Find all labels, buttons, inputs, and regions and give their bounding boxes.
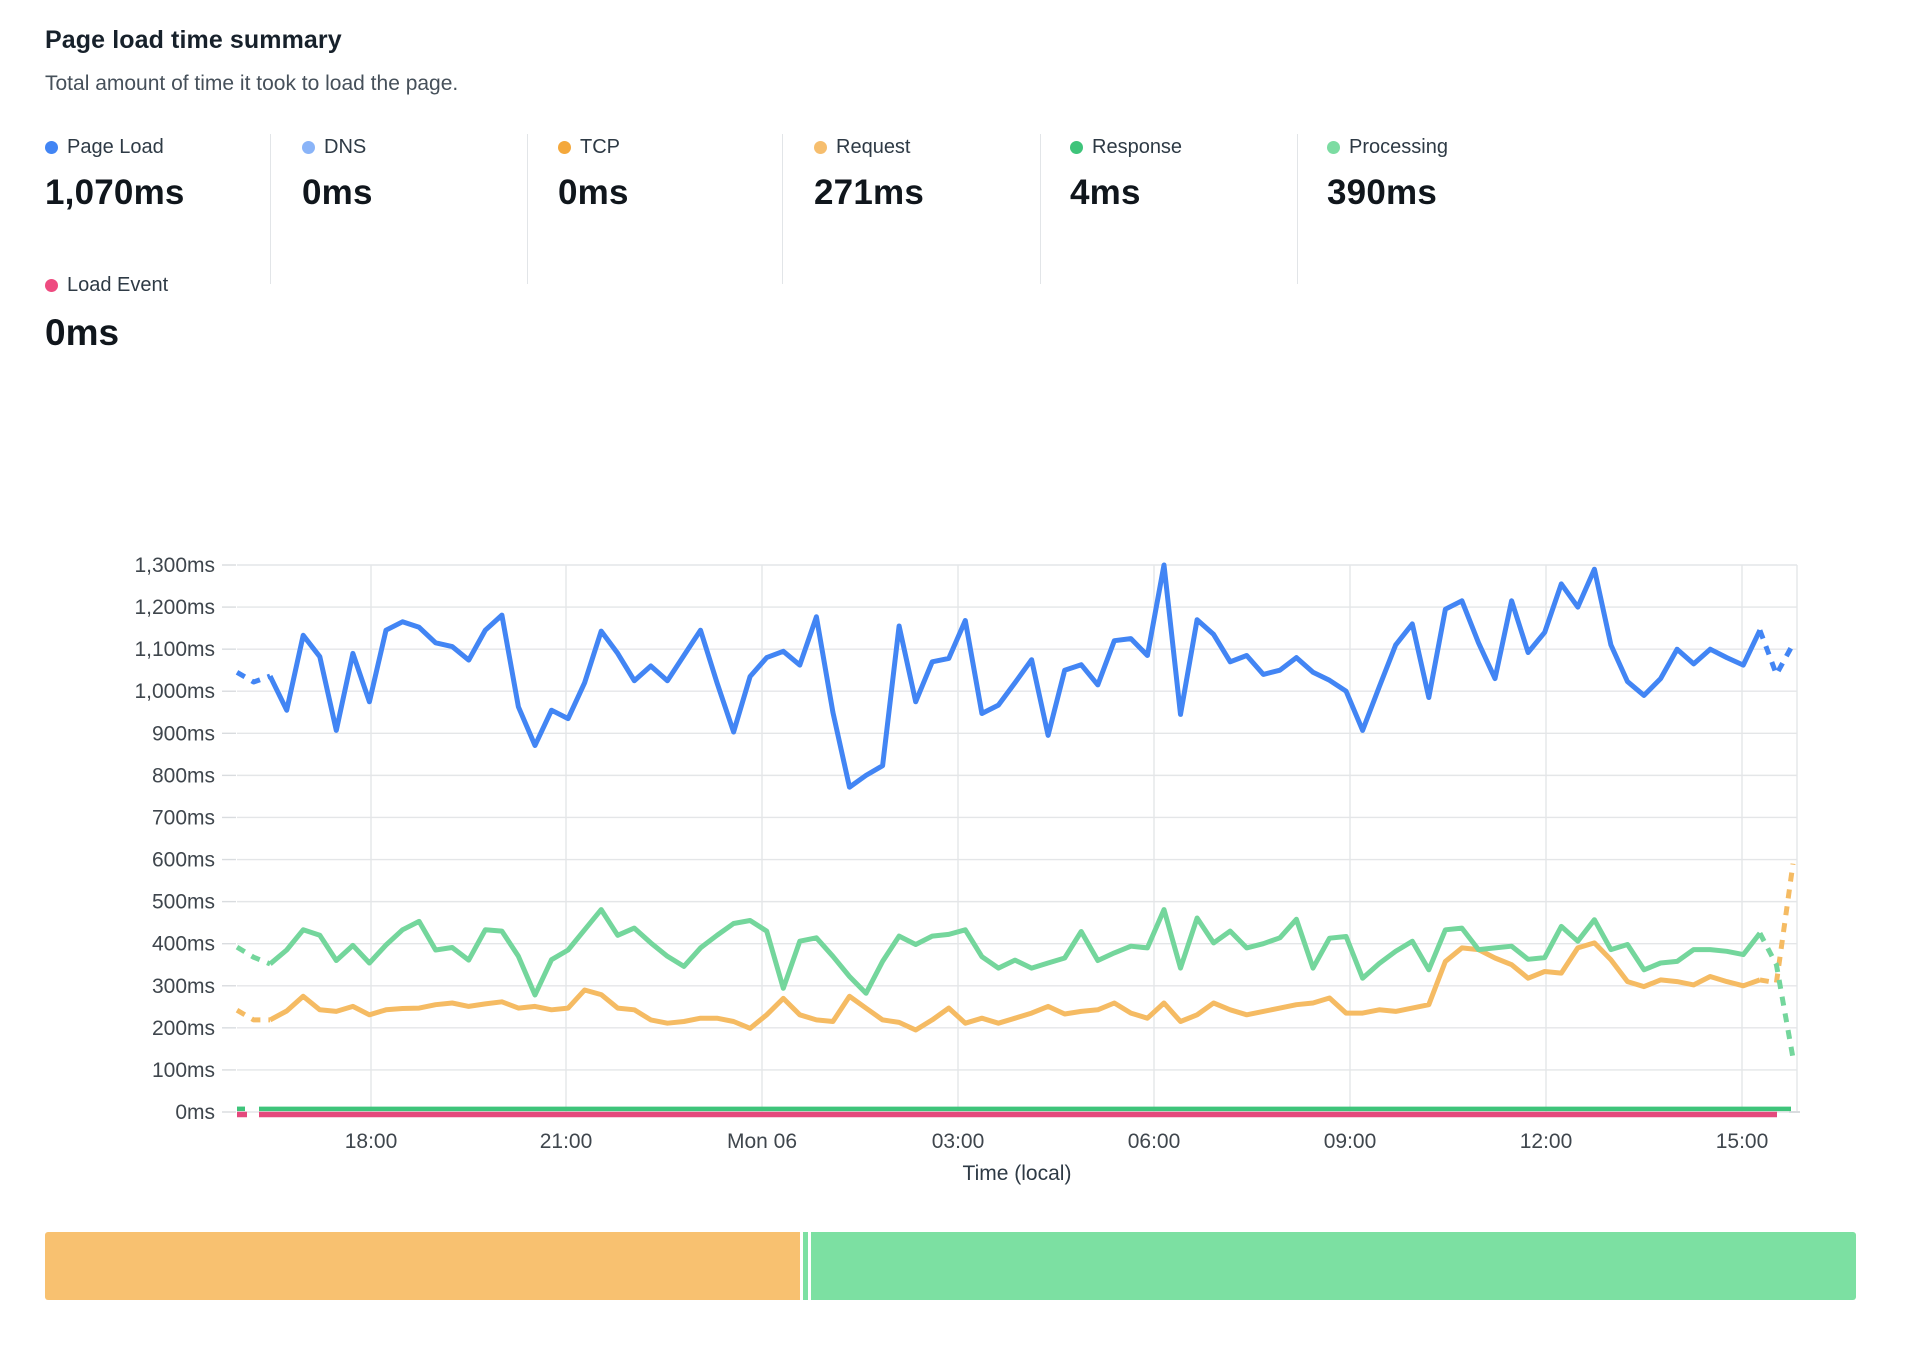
metric-page-load[interactable]: Page Load 1,070ms [45, 134, 270, 213]
metric-value: 0ms [558, 173, 783, 213]
y-axis-label: 1,000ms [134, 680, 215, 703]
metric-divider [527, 134, 528, 284]
metric-processing[interactable]: Processing 390ms [1327, 134, 1552, 213]
metric-label: TCP [580, 136, 620, 159]
metric-label: Page Load [67, 136, 164, 159]
metric-divider [782, 134, 783, 284]
page-subtitle: Total amount of time it took to load the… [45, 72, 458, 96]
x-axis-label: Mon 06 [727, 1130, 797, 1153]
y-axis-label: 700ms [152, 806, 215, 829]
x-axis-label: 18:00 [345, 1130, 398, 1153]
metric-value: 0ms [45, 312, 168, 354]
metric-label: Response [1092, 136, 1182, 159]
y-axis-label: 1,200ms [134, 596, 215, 619]
metric-divider [1297, 134, 1298, 284]
y-axis-label: 300ms [152, 975, 215, 998]
tcp-legend-dot [558, 141, 571, 154]
y-axis-label: 900ms [152, 722, 215, 745]
y-axis-label: 0ms [175, 1101, 215, 1124]
metric-label: Processing [1349, 136, 1448, 159]
y-axis-label: 800ms [152, 764, 215, 787]
y-axis-label: 100ms [152, 1059, 215, 1082]
series-page-load [270, 565, 1760, 787]
chart-svg[interactable]: 0ms 100ms 200ms 300ms 400ms 500ms 600ms 700ms 80… [0, 430, 1910, 1200]
metric-request[interactable]: Request 271ms [814, 134, 1039, 213]
metric-load-event[interactable]: Load Event 0ms [45, 272, 168, 354]
y-axis-label: 1,300ms [134, 554, 215, 577]
metric-value: 1,070ms [45, 173, 270, 213]
request-legend-dot [814, 141, 827, 154]
page-load-time-chart[interactable]: 0ms 100ms 200ms 300ms 400ms 500ms 600ms 700ms 80… [0, 430, 1910, 1200]
response-legend-dot [1070, 141, 1083, 154]
x-axis-label: 12:00 [1520, 1130, 1573, 1153]
y-axis-label: 1,100ms [134, 638, 215, 661]
segment-green-sliver[interactable] [803, 1232, 808, 1300]
metric-label: Load Event [67, 274, 168, 297]
x-axis-title: Time (local) [963, 1162, 1072, 1185]
load-event-legend-dot [45, 279, 58, 292]
x-axis-label: 09:00 [1324, 1130, 1377, 1153]
y-axis-label: 400ms [152, 933, 215, 956]
x-axis-label: 06:00 [1128, 1130, 1181, 1153]
x-axis-label: 15:00 [1716, 1130, 1769, 1153]
segment-green[interactable] [811, 1232, 1856, 1300]
y-axis-label: 200ms [152, 1017, 215, 1040]
series-processing-dash-head [237, 947, 270, 964]
series-page-load-dash-head [237, 672, 270, 682]
page-load-legend-dot [45, 141, 58, 154]
metric-value: 390ms [1327, 173, 1552, 213]
metric-tcp[interactable]: TCP 0ms [558, 134, 783, 213]
series-processing [270, 910, 1760, 995]
segment-orange[interactable] [45, 1232, 800, 1300]
y-axis-label: 500ms [152, 891, 215, 914]
processing-legend-dot [1327, 141, 1340, 154]
metric-label: Request [836, 136, 911, 159]
metric-value: 0ms [302, 173, 527, 213]
metric-value: 4ms [1070, 173, 1295, 213]
dns-legend-dot [302, 141, 315, 154]
metric-value: 271ms [814, 173, 1039, 213]
page-title: Page load time summary [45, 26, 342, 55]
y-axis-label: 600ms [152, 849, 215, 872]
series-request-dash-head [237, 1010, 270, 1020]
metric-response[interactable]: Response 4ms [1070, 134, 1295, 213]
metric-divider [1040, 134, 1041, 284]
series-processing-dash-tail [1760, 933, 1793, 1058]
x-axis-label: 03:00 [932, 1130, 985, 1153]
metric-label: DNS [324, 136, 366, 159]
metric-dns[interactable]: DNS 0ms [302, 134, 527, 213]
metric-divider [270, 134, 271, 284]
x-axis-label: 21:00 [540, 1130, 593, 1153]
series-page-load-dash-tail [1760, 630, 1793, 674]
